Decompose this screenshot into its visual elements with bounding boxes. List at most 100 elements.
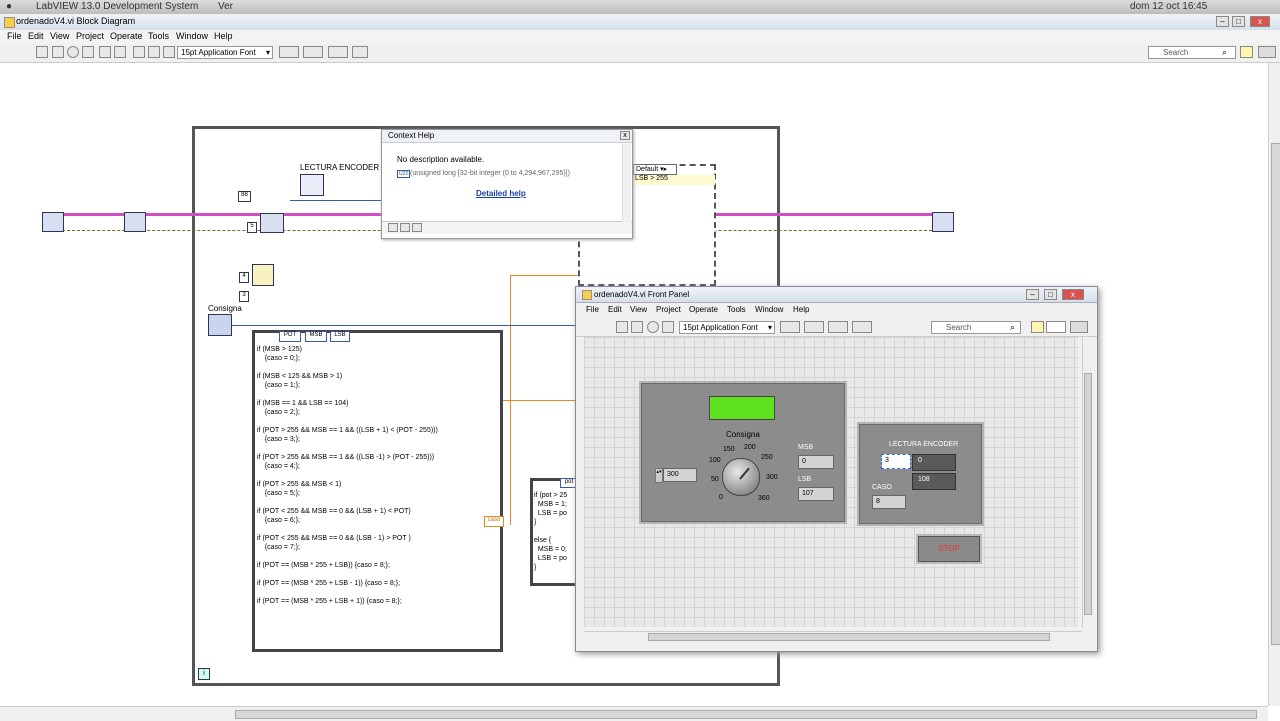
os-app-name[interactable]: LabVIEW 13.0 Development System (36, 1, 198, 12)
h-scrollbar-thumb[interactable] (235, 710, 1257, 719)
scrollbar-thumb[interactable] (1271, 143, 1280, 645)
step-into-icon[interactable] (133, 46, 145, 58)
formula-code[interactable]: if (MSB > 125) {caso = 0;}; if (MSB < 12… (257, 345, 438, 606)
fp-horizontal-scrollbar[interactable] (584, 631, 1082, 641)
small-formula-code[interactable]: if (pot > 25 MSB = 1; LSB = po } else { … (534, 491, 578, 572)
maximize-button[interactable]: □ (1232, 16, 1245, 27)
fp-font-select[interactable]: 15pt Application Font ▾ (679, 321, 775, 334)
apple-icon[interactable]: ● (6, 1, 12, 12)
close-button[interactable]: x (1062, 289, 1084, 300)
resize-objects-icon[interactable] (828, 321, 848, 333)
highlight-execution-icon[interactable] (99, 46, 111, 58)
front-panel-title: ordenadoV4.vi Front Panel (594, 290, 690, 299)
menu-view[interactable]: View (50, 31, 69, 41)
visa-config-node[interactable] (124, 212, 146, 232)
close-icon[interactable]: x (620, 131, 630, 140)
minimize-button[interactable]: – (1216, 16, 1229, 27)
help-icon[interactable] (412, 223, 422, 232)
orange-wire-3[interactable] (500, 400, 580, 401)
align-objects-icon[interactable] (279, 46, 299, 58)
const-88[interactable]: 88 (238, 191, 251, 202)
detailed-help-link[interactable]: Detailed help (476, 189, 526, 198)
orange-wire-1[interactable] (510, 275, 580, 276)
visa-open-node[interactable] (42, 212, 64, 232)
search-icon[interactable]: ⌕ (1010, 322, 1015, 333)
fp-menu-window[interactable]: Window (755, 305, 783, 314)
const-4[interactable]: 4 (239, 272, 249, 283)
status-led[interactable] (709, 396, 775, 420)
index-array-node[interactable] (252, 264, 274, 286)
step-over-icon[interactable] (148, 46, 160, 58)
fp-menu-edit[interactable]: Edit (608, 305, 622, 314)
menu-operate[interactable]: Operate (110, 31, 143, 41)
menu-edit[interactable]: Edit (28, 31, 44, 41)
consigna-terminal[interactable] (208, 314, 232, 336)
array-index-control[interactable]: 3 (881, 454, 911, 469)
consigna-numeric[interactable]: 300 (663, 468, 697, 482)
const-5[interactable]: 5 (247, 222, 257, 233)
menu-tools[interactable]: Tools (148, 31, 169, 41)
menu-project[interactable]: Project (76, 31, 104, 41)
os-menu-ver[interactable]: Ver (218, 1, 233, 12)
cleanup-diagram-icon[interactable] (352, 46, 368, 58)
maximize-button[interactable]: □ (1044, 289, 1057, 300)
reorder-icon[interactable] (328, 46, 348, 58)
visa-read-node[interactable] (260, 213, 284, 233)
abort-icon[interactable] (67, 46, 79, 58)
menu-file[interactable]: File (7, 31, 22, 41)
case-selector[interactable]: Default ▾▸ (633, 164, 677, 175)
input-msb[interactable]: MSB (305, 331, 327, 342)
vertical-scrollbar[interactable] (1268, 63, 1280, 706)
fp-search-input[interactable]: Search (931, 321, 1021, 334)
pause-icon[interactable] (662, 321, 674, 333)
iteration-terminal[interactable]: i (198, 668, 210, 680)
abort-icon[interactable] (647, 321, 659, 333)
fp-v-thumb[interactable] (1084, 373, 1092, 615)
visa-close-node[interactable] (932, 212, 954, 232)
horizontal-scrollbar[interactable] (0, 706, 1268, 721)
menu-help[interactable]: Help (214, 31, 233, 41)
consigna-wire[interactable] (222, 325, 582, 326)
input-lsb[interactable]: LSB (330, 331, 350, 342)
lock-icon[interactable] (400, 223, 410, 232)
run-continuously-icon[interactable] (631, 321, 643, 333)
data-wire-blue[interactable] (290, 200, 385, 201)
context-help-scrollbar[interactable] (622, 144, 631, 222)
lectura-encoder-terminal[interactable] (300, 174, 324, 196)
run-continuously-icon[interactable] (52, 46, 64, 58)
fp-menu-operate[interactable]: Operate (689, 305, 718, 314)
fp-h-thumb[interactable] (648, 633, 1050, 641)
run-arrow-icon[interactable] (616, 321, 628, 333)
show-optional-terminals-icon[interactable] (388, 223, 398, 232)
output-caso[interactable]: caso (484, 516, 504, 527)
minimize-button[interactable]: – (1026, 289, 1039, 300)
font-select[interactable]: 15pt Application Font ▾ (177, 46, 273, 59)
fp-vertical-scrollbar[interactable] (1082, 337, 1092, 627)
os-menu-bar: ● LabVIEW 13.0 Development System Ver do… (0, 0, 1280, 15)
fp-menu-help[interactable]: Help (793, 305, 809, 314)
front-panel-window[interactable]: ordenadoV4.vi Front Panel – □ x File Edi… (575, 286, 1098, 652)
align-objects-icon[interactable] (780, 321, 800, 333)
menu-window[interactable]: Window (176, 31, 208, 41)
fp-menu-file[interactable]: File (586, 305, 599, 314)
fp-menu-tools[interactable]: Tools (727, 305, 746, 314)
reorder-icon[interactable] (852, 321, 872, 333)
pause-icon[interactable] (82, 46, 94, 58)
step-out-icon[interactable] (163, 46, 175, 58)
lectura-array-element-1: 108 (912, 473, 956, 490)
fp-menu-project[interactable]: Project (656, 305, 681, 314)
context-help-icon[interactable] (1031, 321, 1044, 333)
run-arrow-icon[interactable] (36, 46, 48, 58)
context-help-window[interactable]: Context Help x No description available.… (381, 129, 633, 239)
distribute-objects-icon[interactable] (303, 46, 323, 58)
retain-wire-values-icon[interactable] (114, 46, 126, 58)
const-3[interactable]: 3 (239, 291, 249, 302)
fp-menu-view[interactable]: View (630, 305, 647, 314)
close-button[interactable]: x (1250, 16, 1270, 27)
input-pot[interactable]: POT (279, 331, 301, 342)
context-help-icon[interactable] (1240, 46, 1253, 58)
stop-button[interactable]: STOP (916, 534, 982, 564)
distribute-objects-icon[interactable] (804, 321, 824, 333)
search-icon[interactable]: ⌕ (1222, 47, 1227, 58)
increment-decrement-arrows[interactable]: ▴▾ (655, 468, 663, 483)
